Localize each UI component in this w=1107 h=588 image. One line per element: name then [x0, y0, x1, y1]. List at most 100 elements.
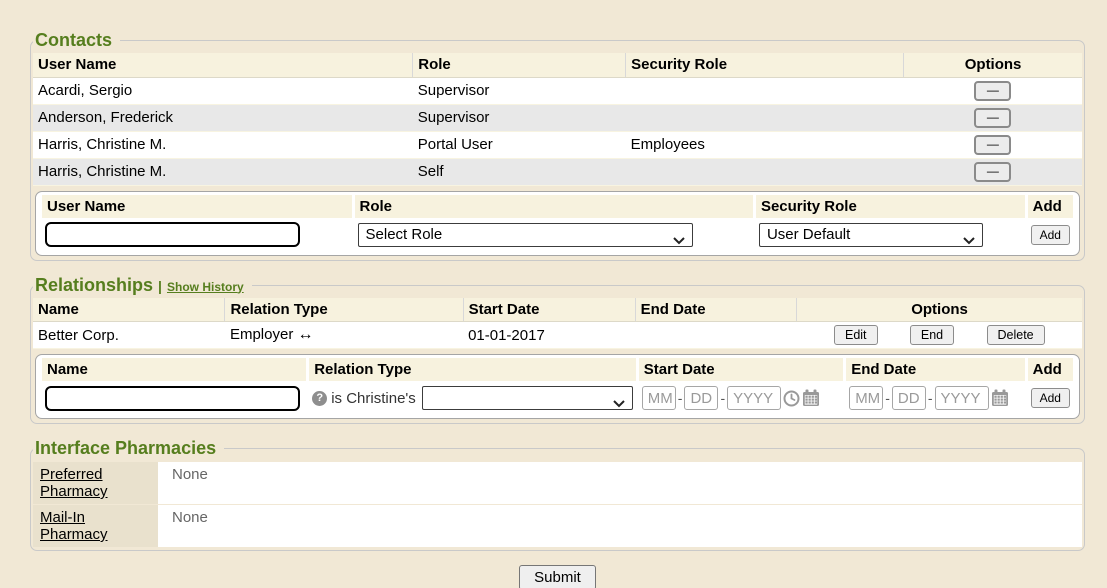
relationship-helper-text: is Christine's [331, 390, 416, 407]
add-contact-role-select[interactable]: Select Role [358, 223, 693, 247]
add-contact-security-role-selected: User Default [767, 226, 850, 243]
start-date-day-input[interactable] [684, 386, 718, 410]
contacts-legend: Contacts [33, 30, 120, 51]
contact-minus-button[interactable]: — [974, 162, 1011, 182]
pharmacy-row: Mail-In Pharmacy None [33, 505, 1082, 547]
add-relationship-col-relation-type: Relation Type [309, 358, 636, 381]
pharmacies-table: Preferred Pharmacy None Mail-In Pharmacy… [33, 461, 1082, 548]
add-contact-box: User Name Role Security Role Add Select [35, 191, 1080, 256]
edit-relationship-button[interactable]: Edit [834, 325, 878, 345]
add-contact-user-name-input[interactable] [45, 222, 300, 247]
contacts-col-security-role: Security Role [626, 53, 904, 77]
contact-row: Anderson, Frederick Supervisor — [33, 104, 1082, 131]
add-contact-button[interactable]: Add [1031, 225, 1070, 245]
contact-role: Portal User [413, 131, 626, 158]
relationships-header-row: Name Relation Type Start Date End Date O… [33, 298, 1082, 322]
preferred-pharmacy-label-cell: Preferred Pharmacy [33, 462, 158, 504]
contacts-table: User Name Role Security Role Options Aca… [33, 53, 1082, 186]
delete-relationship-button[interactable]: Delete [987, 325, 1045, 345]
calendar-icon[interactable] [802, 389, 820, 407]
contact-row: Harris, Christine M. Portal User Employe… [33, 131, 1082, 158]
relationships-section: Relationships | Show History Name Relati… [30, 275, 1085, 425]
relationships-table: Name Relation Type Start Date End Date O… [33, 298, 1082, 350]
add-contact-table: User Name Role Security Role Add Select [39, 193, 1076, 252]
add-relationship-name-input[interactable] [45, 386, 300, 411]
end-relationship-button[interactable]: End [910, 325, 954, 345]
add-relationship-type-select[interactable] [422, 386, 633, 410]
contact-role: Supervisor [413, 77, 626, 104]
contact-row: Acardi, Sergio Supervisor — [33, 77, 1082, 104]
relationships-col-name: Name [33, 298, 225, 322]
contact-row: Harris, Christine M. Self — [33, 158, 1082, 185]
relationship-start-date: 01-01-2017 [463, 322, 635, 349]
mail-in-pharmacy-value: None [158, 505, 1082, 547]
submit-button[interactable]: Submit [519, 565, 596, 588]
date-dash: - [678, 390, 683, 406]
add-contact-col-role: Role [355, 195, 753, 218]
end-date-month-input[interactable] [849, 386, 883, 410]
show-history-link[interactable]: Show History [167, 280, 244, 294]
contact-minus-button[interactable]: — [974, 81, 1011, 101]
end-date-year-input[interactable] [935, 386, 989, 410]
start-date-month-input[interactable] [642, 386, 676, 410]
contact-security-role [626, 77, 904, 104]
interface-pharmacies-section: Interface Pharmacies Preferred Pharmacy … [30, 438, 1085, 551]
date-dash: - [720, 390, 725, 406]
add-contact-input-row: Select Role User Default [42, 220, 1073, 250]
preferred-pharmacy-link[interactable]: Preferred Pharmacy [40, 466, 108, 500]
date-dash: - [928, 390, 933, 406]
chevron-down-icon [673, 232, 685, 249]
calendar-icon[interactable] [991, 389, 1009, 407]
page: Contacts User Name Role Security Role Op… [0, 0, 1107, 588]
contact-role: Supervisor [413, 104, 626, 131]
start-date-year-input[interactable] [727, 386, 781, 410]
chevron-down-icon [613, 395, 625, 412]
date-dash: - [885, 390, 890, 406]
add-contact-col-add: Add [1028, 195, 1073, 218]
contact-user-name: Acardi, Sergio [33, 77, 413, 104]
add-contact-security-role-select[interactable]: User Default [759, 223, 983, 247]
relationships-legend-group: Relationships | Show History [33, 275, 252, 296]
add-relationship-table: Name Relation Type Start Date End Date A… [39, 356, 1076, 415]
mail-in-pharmacy-link[interactable]: Mail-In Pharmacy [40, 509, 108, 543]
contact-user-name: Harris, Christine M. [33, 131, 413, 158]
legend-divider: | [158, 278, 162, 294]
contacts-col-user-name: User Name [33, 53, 413, 77]
add-relationship-button[interactable]: Add [1031, 388, 1070, 408]
add-relationship-input-row: ? is Christine's [42, 383, 1073, 413]
relationship-end-date [635, 322, 797, 349]
contacts-col-role: Role [413, 53, 626, 77]
end-date-day-input[interactable] [892, 386, 926, 410]
add-relationship-header-row: Name Relation Type Start Date End Date A… [42, 358, 1073, 381]
contacts-header-row: User Name Role Security Role Options [33, 53, 1082, 77]
add-relationship-col-start-date: Start Date [639, 358, 843, 381]
contact-minus-button[interactable]: — [974, 135, 1011, 155]
contact-role: Self [413, 158, 626, 185]
relationships-col-start-date: Start Date [463, 298, 635, 322]
contact-security-role: Employees [626, 131, 904, 158]
relationship-row: Better Corp. Employer ↔ 01-01-2017 Edit … [33, 322, 1082, 349]
relationships-legend: Relationships [35, 275, 153, 295]
add-relationship-col-name: Name [42, 358, 306, 381]
add-relationship-col-end-date: End Date [846, 358, 1024, 381]
add-relationship-col-add: Add [1028, 358, 1073, 381]
contact-user-name: Harris, Christine M. [33, 158, 413, 185]
contacts-col-options: Options [904, 53, 1082, 77]
add-contact-role-selected: Select Role [366, 226, 443, 243]
clock-icon[interactable] [783, 390, 800, 407]
contact-minus-button[interactable]: — [974, 108, 1011, 128]
contact-security-role [626, 158, 904, 185]
interface-pharmacies-legend: Interface Pharmacies [33, 438, 224, 459]
add-contact-col-security-role: Security Role [756, 195, 1025, 218]
contact-user-name: Anderson, Frederick [33, 104, 413, 131]
mail-in-pharmacy-label-cell: Mail-In Pharmacy [33, 505, 158, 547]
add-contact-col-user-name: User Name [42, 195, 352, 218]
relationships-col-relation-type: Relation Type [225, 298, 463, 322]
relationships-col-end-date: End Date [635, 298, 797, 322]
add-relationship-box: Name Relation Type Start Date End Date A… [35, 354, 1080, 419]
contact-security-role [626, 104, 904, 131]
help-icon[interactable]: ? [312, 391, 327, 406]
submit-row: Submit [30, 565, 1085, 588]
bidirectional-arrow-icon: ↔ [297, 326, 313, 343]
add-contact-header-row: User Name Role Security Role Add [42, 195, 1073, 218]
